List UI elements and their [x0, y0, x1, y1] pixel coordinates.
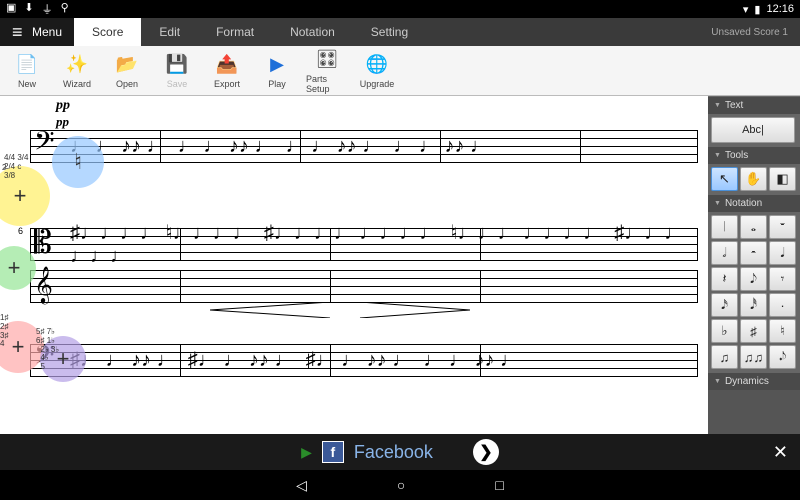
- open-button[interactable]: 📂Open: [106, 48, 148, 94]
- android-nav-bar: ◁ ○ □: [0, 470, 800, 500]
- export-icon: 📤: [215, 53, 239, 77]
- notes-row: ♯♩ ♩ ♪♪ ♩ ♯♩ ♩ ♪♪ ♩ ♯♩ ♩ ♪♪ ♩ ♩ ♩ ♪♪ ♩: [70, 344, 688, 376]
- facebook-icon: f: [322, 441, 344, 463]
- wizard-icon: ✨: [65, 53, 89, 77]
- new-button[interactable]: 📄New: [6, 48, 48, 94]
- side-panel: Text Abc| Tools ↖ ✋ ◧ Notation 𝄀 𝅝 𝄻 𝅗𝅥 …: [708, 96, 800, 434]
- notation-grace[interactable]: 𝆺𝅥𝅮: [769, 345, 796, 369]
- staff-1: 𝄢 ♩ ♩ ♪♪ ♩ ♩ ♩ ♪♪ ♩ ♩ ♩ ♪♪ ♩ ♩ ♩ ♪♪ ♩: [30, 130, 698, 162]
- upgrade-icon: 🌐: [365, 53, 389, 77]
- text-tool-button[interactable]: Abc|: [711, 117, 795, 143]
- document-title: Unsaved Score 1: [699, 18, 800, 46]
- notation-32nd[interactable]: 𝅘𝅥𝅰: [740, 293, 767, 317]
- menu-label: Menu: [32, 25, 62, 39]
- notation-eighth[interactable]: 𝅘𝅥𝅮: [740, 267, 767, 291]
- notation-palette: 𝄀 𝅝 𝄻 𝅗𝅥 𝄼 𝅘𝅥 𝄽 𝅘𝅥𝅮 𝄾 𝅘𝅥𝅯 𝅘𝅥𝅰 · ♭ ♯ ♮ ♫ …: [708, 212, 800, 372]
- measure-number: 6: [18, 226, 23, 236]
- pointer-tool[interactable]: ↖: [711, 167, 738, 191]
- ad-text: Facebook: [354, 442, 433, 463]
- notation-beam2[interactable]: ♫: [711, 345, 738, 369]
- panel-header-text[interactable]: Text: [708, 96, 800, 114]
- battery-icon: ▮: [754, 3, 760, 16]
- notation-halfrest[interactable]: 𝄼: [740, 241, 767, 265]
- panel-header-notation[interactable]: Notation: [708, 194, 800, 212]
- notation-quarterrest[interactable]: 𝄽: [711, 267, 738, 291]
- open-icon: 📂: [115, 53, 139, 77]
- recent-apps-button[interactable]: □: [495, 477, 503, 493]
- new-icon: 📄: [15, 53, 39, 77]
- workspace: pp pp 𝄢 ♩ ♩ ♪♪ ♩ ♩ ♩ ♪♪ ♩ ♩ ♩ ♪♪ ♩ ♩ ♩ ♪…: [0, 96, 800, 434]
- home-button[interactable]: ○: [397, 477, 405, 493]
- notation-half[interactable]: 𝅗𝅥: [711, 241, 738, 265]
- tab-setting[interactable]: Setting: [353, 18, 426, 46]
- android-status-bar: ▣ ⬇ ⏚ ⚲ ▾ ▮ 12:16: [0, 0, 800, 18]
- play-icon: ▶: [265, 53, 289, 77]
- panel-header-tools[interactable]: Tools: [708, 146, 800, 164]
- key-labels-left: 1♯2♯3♯4: [0, 314, 8, 349]
- parts-icon: 🎛: [315, 48, 339, 72]
- upgrade-button[interactable]: 🌐Upgrade: [356, 48, 398, 94]
- parts-setup-button[interactable]: 🎛Parts Setup: [306, 48, 348, 94]
- crescendo-hairpin-icon: [210, 302, 470, 318]
- save-button: 💾Save: [156, 48, 198, 94]
- dynamic-marking-2: pp: [56, 114, 69, 130]
- hand-tool[interactable]: ✋: [740, 167, 767, 191]
- back-button[interactable]: ◁: [296, 477, 307, 494]
- notation-beam4[interactable]: ♫♫: [740, 345, 767, 369]
- hamburger-icon: [12, 23, 26, 41]
- dynamic-marking: pp: [56, 98, 70, 114]
- ad-arrow-icon[interactable]: ❯: [473, 439, 499, 465]
- tab-edit[interactable]: Edit: [141, 18, 198, 46]
- notation-whole[interactable]: 𝅝: [740, 215, 767, 239]
- treble-clef-icon: 𝄞: [34, 266, 53, 304]
- notation-barline[interactable]: 𝄀: [711, 215, 738, 239]
- usb-icon: ⏚: [42, 1, 53, 17]
- download-icon: ⬇: [24, 1, 33, 17]
- staff-3: 𝄢 ♯♩ ♩ ♪♪ ♩ ♯♩ ♩ ♪♪ ♩ ♯♩ ♩ ♪♪ ♩ ♩ ♩ ♪♪ ♩: [30, 344, 698, 376]
- debug-icon: ⚲: [61, 1, 69, 17]
- clock: 12:16: [766, 3, 794, 15]
- notation-16th[interactable]: 𝅘𝅥𝅯: [711, 293, 738, 317]
- toolbar: 📄New ✨Wizard 📂Open 💾Save 📤Export ▶Play 🎛…: [0, 46, 800, 96]
- notation-flat[interactable]: ♭: [711, 319, 738, 343]
- ad-play-icon: ▶: [301, 444, 312, 461]
- notation-sharp[interactable]: ♯: [740, 319, 767, 343]
- staff-2b: 𝄞: [30, 270, 698, 302]
- wifi-icon: ▾: [743, 3, 749, 16]
- tab-score[interactable]: Score: [74, 18, 141, 46]
- ad-banner[interactable]: ▶ f Facebook ❯ ✕: [0, 434, 800, 470]
- tab-notation[interactable]: Notation: [272, 18, 353, 46]
- notation-dot[interactable]: ·: [769, 293, 796, 317]
- eraser-tool[interactable]: ◧: [769, 167, 796, 191]
- notation-natural[interactable]: ♮: [769, 319, 796, 343]
- timesig-labels: 4/4 3/42/4 c3/8: [4, 154, 54, 180]
- notes-row: ♩ ♩ ♪♪ ♩ ♩ ♩ ♪♪ ♩ ♩ ♩ ♪♪ ♩ ♩ ♩ ♪♪ ♩: [70, 130, 688, 162]
- menu-bar: Menu Score Edit Format Notation Setting …: [0, 18, 800, 46]
- score-canvas[interactable]: pp pp 𝄢 ♩ ♩ ♪♪ ♩ ♩ ♩ ♪♪ ♩ ♩ ♩ ♪♪ ♩ ♩ ♩ ♪…: [0, 96, 708, 434]
- key-labels-right: 5♯ 7♭6♯ 1♭ 2♭ 3♭ 4♭ 5: [36, 328, 59, 372]
- notation-eighthrest[interactable]: 𝄾: [769, 267, 796, 291]
- notation-quarter[interactable]: 𝅘𝅥: [769, 241, 796, 265]
- menu-button[interactable]: Menu: [0, 18, 74, 46]
- notes-row: ♯♩♩♩♩ ♮♩♩♩♩ ♯♩♩♩♩ ♩♩♩♩ ♮♩♩♩ ♩♩♩♩ ♯♩♩♩ ♩♩…: [70, 228, 688, 260]
- alto-clef-icon: 𝄡: [34, 224, 52, 262]
- notation-wholerest[interactable]: 𝄻: [769, 215, 796, 239]
- accidental-bubble[interactable]: ♮: [52, 136, 104, 188]
- save-icon: 💾: [165, 53, 189, 77]
- image-icon: ▣: [6, 1, 16, 17]
- tab-format[interactable]: Format: [198, 18, 272, 46]
- wizard-button[interactable]: ✨Wizard: [56, 48, 98, 94]
- panel-header-dynamics[interactable]: Dynamics: [708, 372, 800, 390]
- export-button[interactable]: 📤Export: [206, 48, 248, 94]
- staff-2a: 𝄡 ♯♩♩♩♩ ♮♩♩♩♩ ♯♩♩♩♩ ♩♩♩♩ ♮♩♩♩ ♩♩♩♩ ♯♩♩♩ …: [30, 228, 698, 260]
- play-button[interactable]: ▶Play: [256, 48, 298, 94]
- ad-close-button[interactable]: ✕: [773, 442, 788, 463]
